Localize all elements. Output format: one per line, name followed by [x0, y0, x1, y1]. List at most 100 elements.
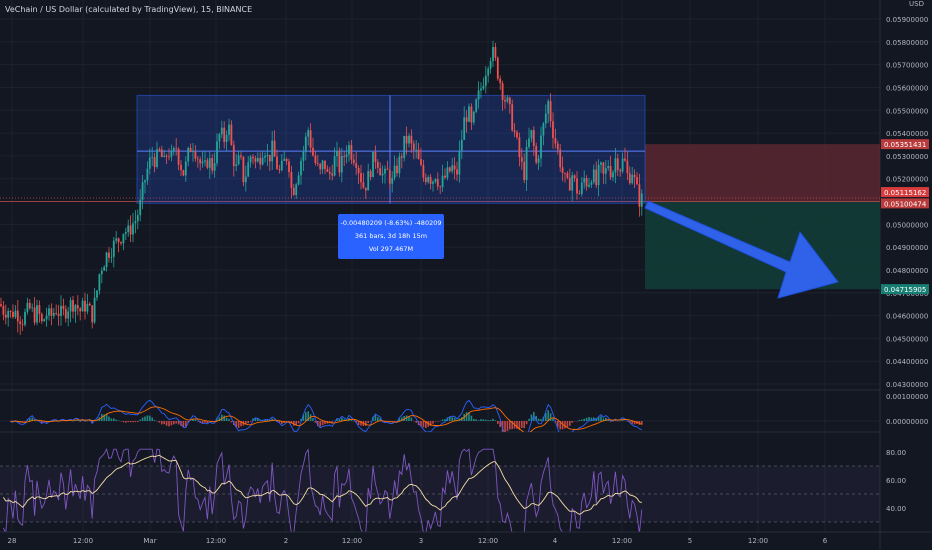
candle-body — [412, 143, 415, 150]
time-tick-label: 4 — [553, 537, 558, 545]
candle-body — [19, 321, 22, 324]
macd-histogram-bar — [482, 419, 485, 421]
candle-body — [504, 100, 506, 102]
macd-histogram-bar — [151, 417, 153, 421]
price-tick-label: 0.04400000 — [886, 358, 928, 366]
macd-histogram-bar — [163, 421, 165, 425]
candle-body — [144, 180, 146, 183]
candle-body — [98, 274, 101, 291]
macd-histogram-bar — [521, 421, 523, 428]
candle-body — [400, 156, 403, 158]
macd-histogram-bar — [492, 418, 494, 421]
candle-body — [124, 232, 127, 234]
macd-histogram-bar — [132, 421, 134, 423]
candle-body — [72, 300, 74, 312]
candle-body — [367, 171, 370, 191]
candle-body — [9, 311, 12, 313]
candle-body — [177, 149, 180, 165]
candle-body — [2, 306, 5, 315]
candle-body — [69, 300, 72, 312]
candle-body — [511, 104, 514, 131]
chart-canvas[interactable]: 0.05900000 0.05800000 0.05700000 0.05600000… — [0, 0, 932, 550]
candle-body — [115, 238, 118, 241]
candle-body — [381, 173, 384, 176]
macd-tick-label: 0.00000000 — [886, 418, 928, 426]
candle-body — [520, 157, 523, 162]
candle-body — [580, 182, 583, 194]
candle-body — [93, 297, 96, 323]
candle-body — [386, 168, 389, 170]
candle-body — [573, 175, 576, 179]
candle-body — [547, 101, 550, 114]
candle-body — [285, 158, 288, 162]
macd-histogram-bar — [377, 416, 379, 421]
candle-body — [482, 85, 485, 89]
candle-body — [192, 151, 194, 153]
macd-tick-label: 0.00100000 — [886, 393, 928, 401]
symbol-title[interactable]: VeChain / US Dollar (calculated by Tradi… — [5, 5, 252, 14]
measure-label-text: -0.00480209 (-8.63%) -480209 — [341, 219, 442, 227]
candle-body — [552, 121, 554, 139]
candle-body — [600, 162, 602, 165]
macd-histogram-bar — [319, 421, 321, 427]
candle-body — [516, 132, 518, 138]
candle-body — [261, 157, 264, 165]
candle-body — [396, 165, 398, 174]
candle-body — [218, 134, 221, 142]
candle-body — [316, 163, 319, 164]
macd-histogram-bar — [146, 415, 149, 421]
candle-body — [597, 164, 600, 186]
candle-body — [535, 145, 538, 163]
macd-histogram-bar — [228, 418, 230, 421]
candle-body — [213, 163, 216, 171]
candle-body — [369, 171, 372, 178]
candle-body — [86, 303, 89, 312]
candle-body — [355, 163, 358, 169]
candle-body — [388, 169, 391, 184]
candle-body — [122, 233, 125, 244]
price-tick-label: 0.04600000 — [886, 313, 928, 321]
candle-body — [480, 88, 482, 91]
candle-body — [357, 168, 360, 174]
time-tick-label: 12:00 — [478, 537, 498, 545]
candle-body — [415, 149, 418, 151]
measure-range-rect — [136, 94, 646, 204]
macd-histogram-bar — [569, 421, 571, 426]
candle-body — [564, 172, 566, 174]
candle-body — [28, 302, 31, 309]
macd-histogram-bar — [485, 419, 487, 421]
candle-body — [43, 319, 46, 322]
candle-body — [232, 144, 235, 167]
candle-body — [163, 155, 166, 157]
macd-histogram-bar — [571, 421, 573, 423]
macd-histogram-bar — [578, 419, 581, 421]
macd-histogram-bar — [549, 413, 552, 421]
candle-body — [228, 124, 230, 135]
candle-body — [364, 187, 367, 191]
candle-body — [276, 156, 278, 170]
candle-body — [609, 166, 612, 178]
candle-body — [324, 160, 326, 169]
candle-body — [40, 313, 43, 322]
macd-histogram-bar — [173, 421, 175, 425]
candle-body — [302, 151, 305, 161]
candle-body — [81, 300, 84, 312]
candle-body — [554, 138, 557, 144]
candle-body — [626, 160, 629, 174]
candle-body — [350, 145, 353, 160]
macd-histogram-bar — [113, 418, 115, 421]
candle-body — [417, 149, 420, 160]
candle-body — [624, 158, 626, 161]
macd-histogram-bar — [247, 421, 249, 424]
candle-body — [439, 186, 442, 188]
candle-body — [278, 169, 281, 171]
candle-body — [12, 312, 14, 317]
candle-body — [256, 157, 259, 162]
candle-body — [484, 75, 487, 86]
macd-histogram-bar — [29, 418, 31, 421]
candle-body — [424, 177, 427, 183]
candle-body — [62, 305, 65, 309]
candle-body — [360, 173, 362, 183]
candle-body — [465, 117, 468, 122]
candle-body — [540, 135, 542, 159]
